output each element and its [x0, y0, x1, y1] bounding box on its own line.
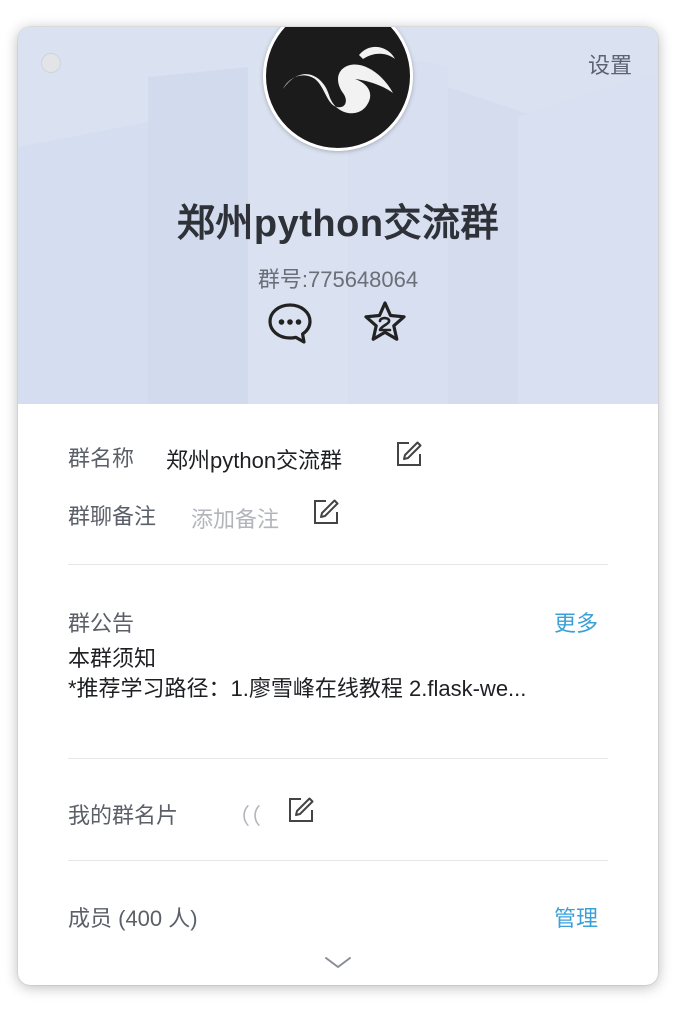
star-icon: [364, 301, 406, 341]
group-number: 群号:775648064: [257, 267, 419, 292]
notice-more-link[interactable]: 更多: [554, 606, 598, 638]
notice-line-1: 本群须知: [68, 646, 157, 671]
group-profile-card: 设置 郑州python交流群 群号:775648064 群名称 郑州python…: [18, 27, 658, 985]
group-name-label: 群名称: [68, 446, 135, 471]
divider: [68, 860, 608, 861]
settings-button[interactable]: 设置: [588, 48, 632, 80]
send-message-button[interactable]: [266, 299, 314, 347]
favorite-button[interactable]: [361, 299, 409, 347]
edit-icon: [289, 797, 314, 822]
edit-icon: [314, 499, 339, 524]
edit-card-name-button[interactable]: [287, 796, 315, 824]
group-name-value: 郑州python交流群: [166, 448, 343, 473]
group-remark-placeholder[interactable]: 添加备注: [191, 502, 279, 534]
group-remark-label: 群聊备注: [68, 504, 157, 529]
window-control-dot[interactable]: [41, 53, 61, 73]
my-card-name-value: （（: [228, 804, 262, 829]
notice-label: 群公告: [68, 611, 135, 636]
divider: [68, 564, 608, 565]
chat-bubble-icon: [268, 303, 312, 344]
divider: [68, 758, 608, 759]
notice-line-2: *推荐学习路径：1.廖雪峰在线教程 2.flask-we...: [68, 676, 527, 701]
my-card-name-label: 我的群名片: [68, 803, 179, 828]
edit-group-name-button[interactable]: [395, 440, 423, 468]
members-label: 成员 (400 人): [68, 906, 198, 931]
chevron-down-icon: [325, 957, 351, 968]
members-manage-link[interactable]: 管理: [554, 901, 598, 933]
expand-button[interactable]: [323, 955, 353, 971]
group-title: 郑州python交流群: [176, 203, 500, 245]
edit-icon: [397, 441, 422, 466]
edit-remark-button[interactable]: [312, 498, 340, 526]
